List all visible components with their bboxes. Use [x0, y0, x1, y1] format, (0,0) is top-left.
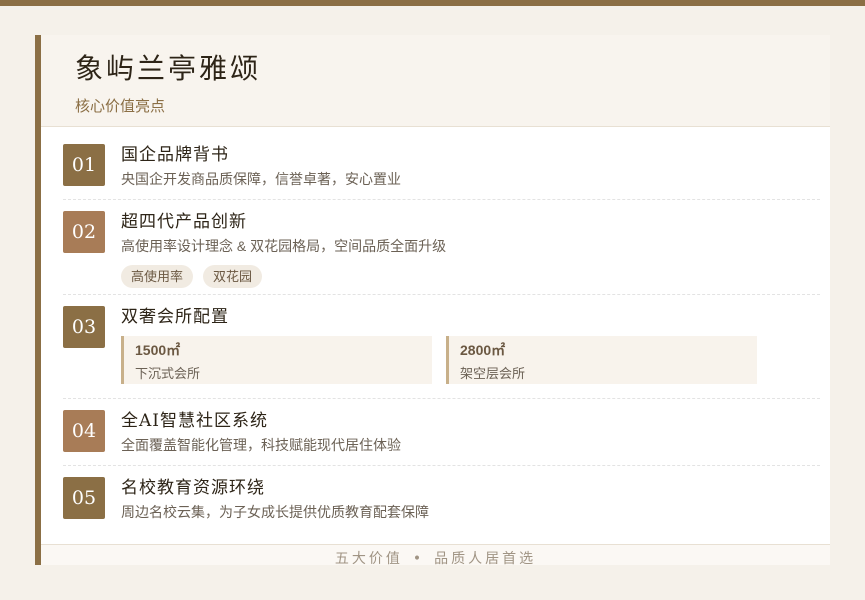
stat-value: 1500㎡: [135, 342, 181, 358]
item-number-badge: 04: [63, 410, 105, 452]
item-number-badge: 01: [63, 144, 105, 186]
item-title: 双奢会所配置: [121, 307, 229, 327]
item-title: 超四代产品创新: [121, 212, 247, 232]
footer-separator: •: [412, 551, 425, 565]
card-footer: 五大价值 • 品质人居首选: [41, 544, 830, 565]
item-title: 国企品牌背书: [121, 145, 229, 165]
highlights-list: 01 国企品牌背书 央国企开发商品质保障，信誉卓著，安心置业 02 超四代产品创…: [41, 127, 830, 536]
stat-card-sunken-clubhouse: 1500㎡ 下沉式会所: [121, 336, 432, 384]
item-number-badge: 05: [63, 477, 105, 519]
stat-label: 架空层会所: [460, 366, 526, 381]
item-description: 周边名校云集，为子女成长提供优质教育配套保障: [121, 504, 429, 520]
stat-label: 下沉式会所: [135, 366, 201, 381]
item-number-badge: 03: [63, 306, 105, 348]
page-subtitle: 核心价值亮点: [75, 98, 166, 115]
top-accent-bar: [0, 0, 865, 6]
page-title: 象屿兰亭雅颂: [75, 52, 262, 85]
stat-cards: 1500㎡ 下沉式会所 2800㎡ 架空层会所: [121, 336, 820, 384]
tag-high-usage: 高使用率: [121, 265, 194, 288]
list-item: 05 名校教育资源环绕 周边名校云集，为子女成长提供优质教育配套保障: [63, 466, 820, 536]
footer-right-text: 品质人居首选: [434, 551, 537, 565]
highlights-card: 象屿兰亭雅颂 核心价值亮点 01 国企品牌背书 央国企开发商品质保障，信誉卓著，…: [35, 35, 830, 565]
list-item: 03 双奢会所配置 1500㎡ 下沉式会所 2800㎡ 架空层会所: [63, 295, 820, 399]
item-number-badge: 02: [63, 211, 105, 253]
stat-value: 2800㎡: [460, 342, 506, 358]
item-description: 央国企开发商品质保障，信誉卓著，安心置业: [121, 171, 401, 187]
item-title: 名校教育资源环绕: [121, 478, 265, 498]
list-item: 01 国企品牌背书 央国企开发商品质保障，信誉卓著，安心置业: [63, 127, 820, 200]
item-description: 高使用率设计理念 & 双花园格局，空间品质全面升级: [121, 238, 447, 254]
list-item: 04 全AI智慧社区系统 全面覆盖智能化管理，科技赋能现代居住体验: [63, 399, 820, 466]
tag-double-garden: 双花园: [203, 265, 263, 288]
tag-list: 高使用率 双花园: [121, 265, 820, 288]
item-title: 全AI智慧社区系统: [121, 411, 268, 431]
stat-card-stilt-clubhouse: 2800㎡ 架空层会所: [446, 336, 757, 384]
card-header: 象屿兰亭雅颂 核心价值亮点: [41, 35, 830, 127]
item-description: 全面覆盖智能化管理，科技赋能现代居住体验: [121, 437, 401, 453]
list-item: 02 超四代产品创新 高使用率设计理念 & 双花园格局，空间品质全面升级 高使用…: [63, 200, 820, 295]
footer-left-text: 五大价值: [334, 551, 403, 565]
